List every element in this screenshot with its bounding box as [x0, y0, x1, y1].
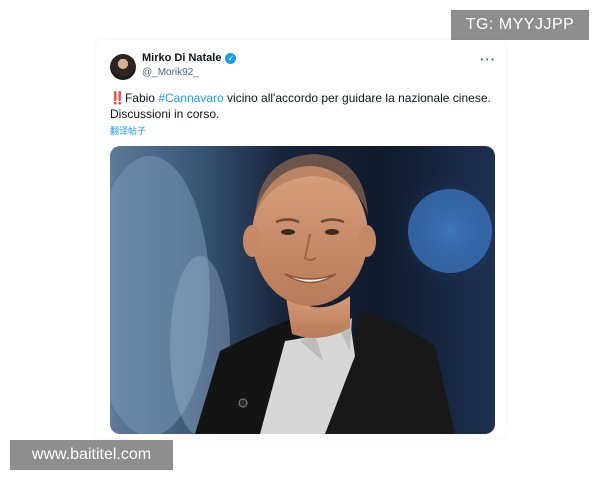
- author-handle[interactable]: @_Morik92_: [142, 67, 199, 78]
- verified-badge-icon: ✓: [225, 52, 237, 64]
- tweet-text: ‼️Fabio #Cannavaro vicino all'accordo pe…: [110, 90, 500, 122]
- telegram-watermark: TG: MYYJJPP: [451, 10, 589, 40]
- website-watermark: www.baititel.com: [10, 440, 173, 470]
- tweet-text-start: Fabio: [124, 91, 159, 105]
- hashtag-link[interactable]: #Cannavaro: [158, 91, 223, 105]
- tweet-photo[interactable]: [110, 146, 495, 434]
- double-exclamation-icon: ‼️: [110, 91, 125, 105]
- tweet-card: Mirko Di Natale ✓ @_Morik92_ ··· ‼️Fabio…: [96, 40, 506, 438]
- photo-illustration: [110, 154, 495, 434]
- author-name[interactable]: Mirko Di Natale: [142, 52, 221, 64]
- translate-post-link[interactable]: 翻译帖子: [110, 124, 146, 137]
- more-options-icon[interactable]: ···: [480, 52, 496, 67]
- author-name-row: Mirko Di Natale ✓: [142, 52, 237, 64]
- avatar[interactable]: [110, 54, 136, 80]
- tweet-header: Mirko Di Natale ✓ @_Morik92_ ···: [110, 52, 496, 84]
